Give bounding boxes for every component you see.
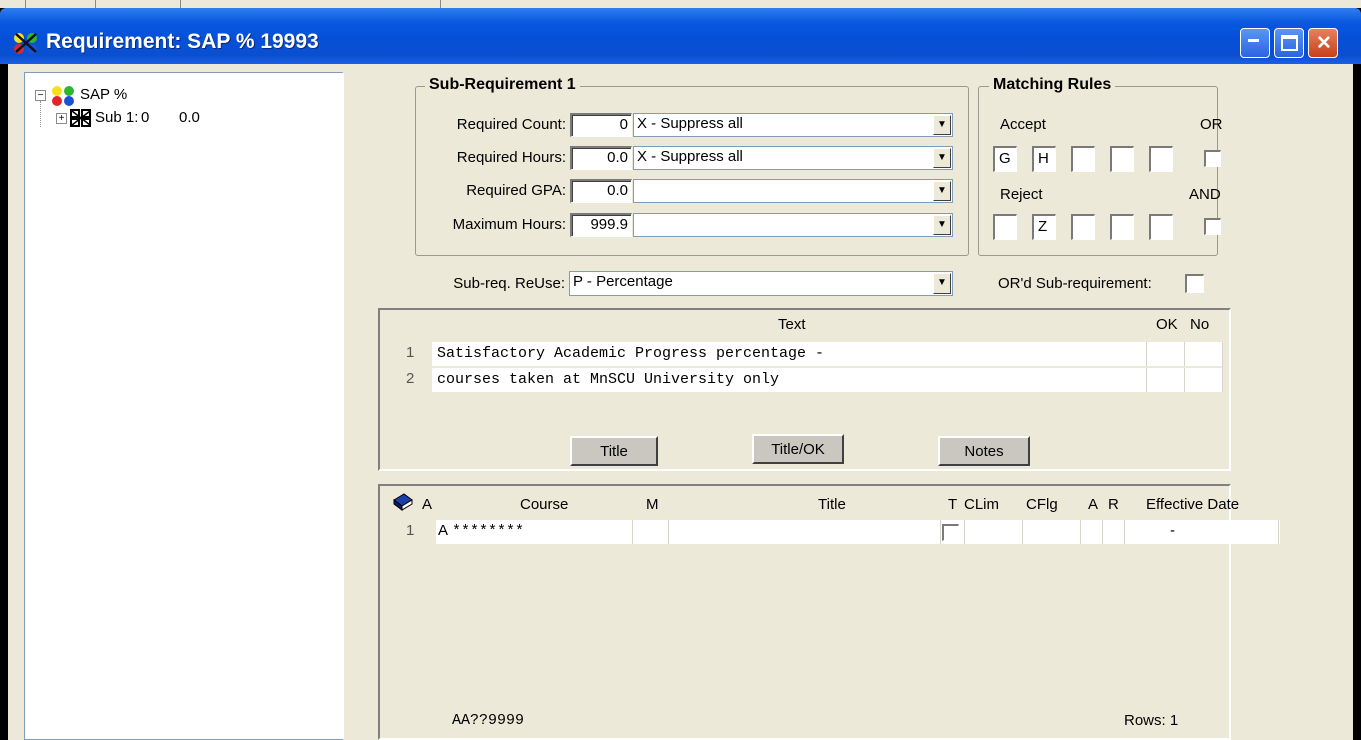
reject-label: Reject [1000,186,1043,203]
maximize-button[interactable] [1274,28,1304,58]
close-icon: ✕ [1316,33,1332,54]
chevron-down-icon[interactable]: ▼ [933,148,951,168]
required-hours-option: X - Suppress all [637,148,743,165]
chevron-down-icon[interactable]: ▼ [933,181,951,201]
matching-rules-label: Matching Rules [989,76,1116,94]
window-title: Requirement: SAP % 19993 [46,30,319,53]
reuse-option: P - Percentage [573,273,673,290]
a2-column-header: A [1088,496,1099,513]
close-button[interactable]: ✕ [1308,28,1338,58]
text-row-number: 2 [406,370,415,387]
course-row-a[interactable]: A [438,522,448,539]
requirement-app-icon [14,33,37,54]
ord-sub-requirement-label: OR'd Sub-requirement: [998,275,1152,292]
reject-cell-5[interactable] [1149,214,1173,240]
required-hours-select[interactable]: X - Suppress all ▼ [633,146,953,170]
accept-cell-4[interactable] [1110,146,1134,172]
ord-sub-requirement-checkbox[interactable] [1185,274,1204,293]
title-column-header: Title [818,496,846,513]
window-client-area: − SAP % + Sub 1: 0 0.0 Sub-Requirement 1… [8,64,1353,740]
r-column-header: R [1108,496,1119,513]
accept-cell-5[interactable] [1149,146,1173,172]
course-panel: A Course M Title T CLim CFlg A R Effecti… [378,484,1280,740]
and-label: AND [1189,186,1221,203]
expand-sub-icon[interactable]: + [56,113,67,124]
m-column-header: M [646,496,659,513]
reuse-label: Sub-req. ReUse: [453,275,565,292]
clim-column-header: CLim [964,496,1000,513]
chevron-down-icon[interactable]: ▼ [933,273,951,294]
required-count-option: X - Suppress all [637,115,743,132]
required-gpa-label: Required GPA: [466,182,566,199]
title-ok-button[interactable]: Title/OK [752,434,844,464]
a-column-header: A [422,496,433,513]
course-row-t-checkbox[interactable] [942,524,959,541]
text-row-content[interactable]: courses taken at MnSCU University only [437,371,779,388]
course-row-number: 1 [406,522,415,539]
required-count-label: Required Count: [456,116,566,133]
table-row[interactable] [436,520,1280,544]
required-count-input[interactable]: 0 [570,113,632,137]
rows-count: Rows: 1 [1124,712,1179,729]
t-column-header: T [948,496,958,513]
sub-requirement-icon [70,109,91,127]
text-row-number: 1 [406,344,415,361]
required-hours-label: Required Hours: [456,149,566,166]
title-button[interactable]: Title [570,436,658,466]
tree-sub-count: 0 [141,109,150,126]
sap-requirement-icon [52,86,74,106]
background-window-strip [0,0,1361,8]
no-column-header: No [1190,316,1210,333]
sub-requirement-group-label: Sub-Requirement 1 [425,76,580,94]
maximum-hours-select[interactable]: ▼ [633,213,953,237]
text-row-content[interactable]: Satisfactory Academic Progress percentag… [437,345,824,362]
tree-sub-value: 0.0 [179,109,200,126]
reuse-select[interactable]: P - Percentage ▼ [569,271,953,296]
required-count-select[interactable]: X - Suppress all ▼ [633,113,953,137]
text-column-header: Text [778,316,806,333]
course-row-course[interactable]: ******** [452,523,524,540]
and-checkbox[interactable] [1204,218,1221,235]
chevron-down-icon[interactable]: ▼ [933,115,951,135]
maximum-hours-input[interactable]: 999.9 [570,213,632,237]
reject-cell-3[interactable] [1071,214,1095,240]
chevron-down-icon[interactable]: ▼ [933,215,951,235]
or-label: OR [1200,116,1223,133]
accept-cell-1[interactable]: G [993,146,1017,172]
tree-sub-label[interactable]: Sub 1: [95,109,138,126]
tree-root-label[interactable]: SAP % [80,86,127,103]
or-checkbox[interactable] [1204,150,1221,167]
reject-cell-1[interactable] [993,214,1017,240]
accept-label: Accept [1000,116,1046,133]
course-column-header: Course [520,496,569,513]
maximum-hours-label: Maximum Hours: [452,216,566,233]
ok-column-header: OK [1156,316,1178,333]
course-row-effective-date[interactable]: - [1170,522,1175,539]
requirement-tree[interactable]: − SAP % + Sub 1: 0 0.0 [24,72,344,740]
accept-cell-3[interactable] [1071,146,1095,172]
reject-cell-4[interactable] [1110,214,1134,240]
collapse-root-icon[interactable]: − [35,90,46,101]
effective-date-column-header: Effective Date [1146,496,1240,513]
course-mask: AA??9999 [452,712,525,729]
notes-button[interactable]: Notes [938,436,1030,466]
title-bar[interactable]: Requirement: SAP % 19993 ✕ [0,8,1361,64]
required-gpa-input[interactable]: 0.0 [570,179,632,203]
minimize-button[interactable] [1240,28,1270,58]
accept-cell-2[interactable]: H [1032,146,1056,172]
cflg-column-header: CFlg [1026,496,1058,513]
book-icon[interactable] [392,492,414,514]
required-hours-input[interactable]: 0.0 [570,146,632,170]
reject-cell-2[interactable]: Z [1032,214,1056,240]
text-panel: Text OK No 1 Satisfactory Academic Progr… [378,308,1231,471]
required-gpa-select[interactable]: ▼ [633,179,953,203]
